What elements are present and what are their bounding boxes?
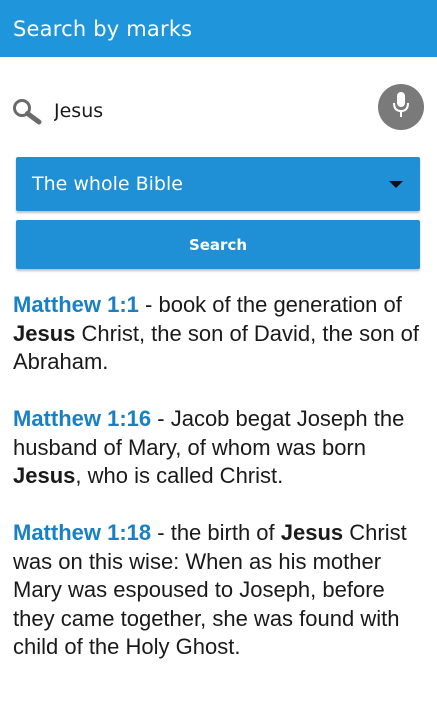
search-button[interactable]: Search bbox=[16, 220, 420, 269]
scope-dropdown[interactable]: The whole Bible bbox=[16, 157, 420, 211]
result-reference[interactable]: Matthew 1:16 bbox=[13, 406, 151, 431]
result-highlight: Jesus bbox=[280, 520, 344, 545]
result-reference[interactable]: Matthew 1:1 bbox=[13, 292, 139, 317]
search-row bbox=[0, 82, 437, 140]
search-icon bbox=[11, 97, 43, 125]
result-reference[interactable]: Matthew 1:18 bbox=[13, 520, 151, 545]
dropdown-arrow-icon bbox=[389, 181, 403, 188]
results-list: Matthew 1:1 - book of the generation of … bbox=[13, 291, 425, 690]
result-text-after: , who is called Christ. bbox=[75, 463, 284, 488]
microphone-button[interactable] bbox=[378, 84, 424, 130]
result-highlight: Jesus bbox=[13, 463, 76, 488]
result-text-before: - the birth of bbox=[151, 520, 281, 545]
result-highlight: Jesus bbox=[13, 320, 76, 346]
result-text-before: - book of the generation of bbox=[138, 292, 402, 317]
app-bar: Search by marks bbox=[0, 0, 437, 57]
result-item[interactable]: Matthew 1:18 - the birth of Jesus Christ… bbox=[13, 519, 425, 662]
result-item[interactable]: Matthew 1:1 - book of the generation of … bbox=[13, 291, 425, 377]
page-title: Search by marks bbox=[13, 16, 193, 41]
result-item[interactable]: Matthew 1:16 - Jacob begat Joseph the hu… bbox=[13, 405, 425, 491]
search-button-label: Search bbox=[188, 235, 248, 254]
search-input[interactable] bbox=[54, 94, 364, 128]
microphone-icon bbox=[391, 90, 411, 124]
scope-selected-value: The whole Bible bbox=[32, 173, 183, 195]
